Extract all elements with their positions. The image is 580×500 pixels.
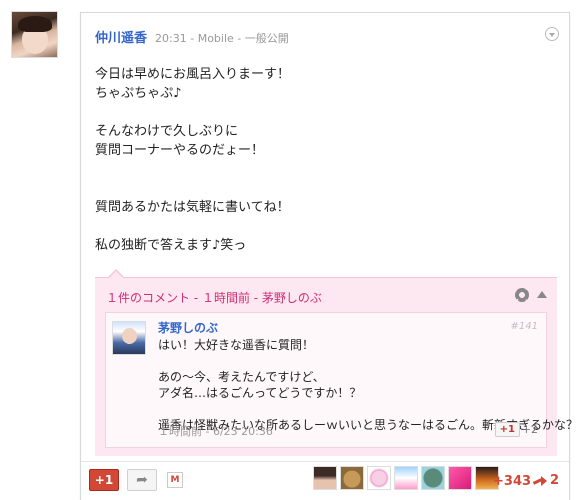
post-via: Mobile	[197, 32, 234, 45]
post-meta: 20:31 - Mobile - 一般公開	[155, 30, 289, 46]
sharer-avatar[interactable]	[421, 466, 445, 490]
chevron-down-icon[interactable]	[545, 27, 559, 41]
post-header: 仲川遥香 20:31 - Mobile - 一般公開	[95, 27, 289, 46]
post-line: 私の独断で答えます♪笑っ	[95, 238, 247, 253]
post-line: そんなわけで久しぶりに	[95, 124, 239, 139]
comment-time[interactable]: １時間前 - 6/23 20:36	[158, 423, 273, 439]
comment-number: #141	[510, 321, 538, 332]
sharer-avatar[interactable]	[313, 466, 337, 490]
comment-author[interactable]: 茅野しのぶ	[158, 319, 218, 336]
post-body: 今日は早めにお風呂入りまーす！ ちゃぷちゃぷ♪ そんなわけで久しぶりに 質問コー…	[95, 65, 555, 255]
gear-icon[interactable]	[515, 288, 529, 302]
meta-separator: -	[190, 32, 195, 45]
post-time[interactable]: 20:31	[155, 32, 187, 45]
sharer-avatar[interactable]	[448, 466, 472, 490]
sharer-avatar[interactable]	[394, 466, 418, 490]
reshare-count: 2	[550, 473, 560, 488]
comment-line: アダ名…はるごんってどうですか！？	[158, 386, 362, 400]
post-visibility[interactable]: 一般公開	[245, 32, 289, 45]
collapse-up-icon[interactable]	[537, 291, 547, 298]
sharer-avatar[interactable]	[340, 466, 364, 490]
sharer-avatar[interactable]	[367, 466, 391, 490]
post-footer: +1 ➦ M +343 2	[81, 461, 569, 500]
author-avatar[interactable]	[11, 11, 58, 58]
comment-line: はい！大好きな遥香に質問！	[158, 338, 315, 352]
post-card: 仲川遥香 20:31 - Mobile - 一般公開 今日は早めにお風呂入りまー…	[80, 12, 578, 500]
share-arrow-icon: ➦	[136, 472, 148, 488]
post-line: 今日は早めにお風呂入りまーす！	[95, 67, 291, 82]
comment-plusone-count: +2	[521, 423, 538, 436]
plusone-total[interactable]: +343	[493, 474, 531, 489]
post-line: 質問コーナーやるのだょー！	[95, 143, 265, 158]
commenter-avatar[interactable]	[112, 321, 146, 355]
post-author[interactable]: 仲川遥香	[95, 27, 147, 46]
post-line: ちゃぷちゃぷ♪	[95, 86, 182, 101]
reshare-arrow-icon	[533, 475, 547, 486]
plusone-button[interactable]: +1	[89, 469, 119, 491]
comment-plusone-button[interactable]: +1	[494, 422, 520, 437]
comments-section: １件のコメント - １時間前 - 茅野しのぶ 茅野しのぶ #141 はい！大好き…	[95, 269, 578, 456]
comment-item: 茅野しのぶ #141 はい！大好きな遥香に質問！ あの～今、考えたんですけど、 …	[105, 312, 578, 448]
reshare-counter[interactable]: 2	[533, 473, 559, 488]
mail-button[interactable]: M	[167, 472, 183, 488]
share-button[interactable]: ➦	[127, 469, 157, 491]
sharers-avatars	[313, 466, 499, 490]
meta-separator: -	[237, 32, 242, 45]
comment-line: あの～今、考えたんですけど、	[158, 370, 325, 384]
comment-text: はい！大好きな遥香に質問！ あの～今、考えたんですけど、 アダ名…はるごんってど…	[158, 337, 578, 433]
comments-summary[interactable]: １件のコメント - １時間前 - 茅野しのぶ	[106, 289, 322, 306]
post-line: 質問あるかたは気軽に書いてね！	[95, 200, 290, 215]
